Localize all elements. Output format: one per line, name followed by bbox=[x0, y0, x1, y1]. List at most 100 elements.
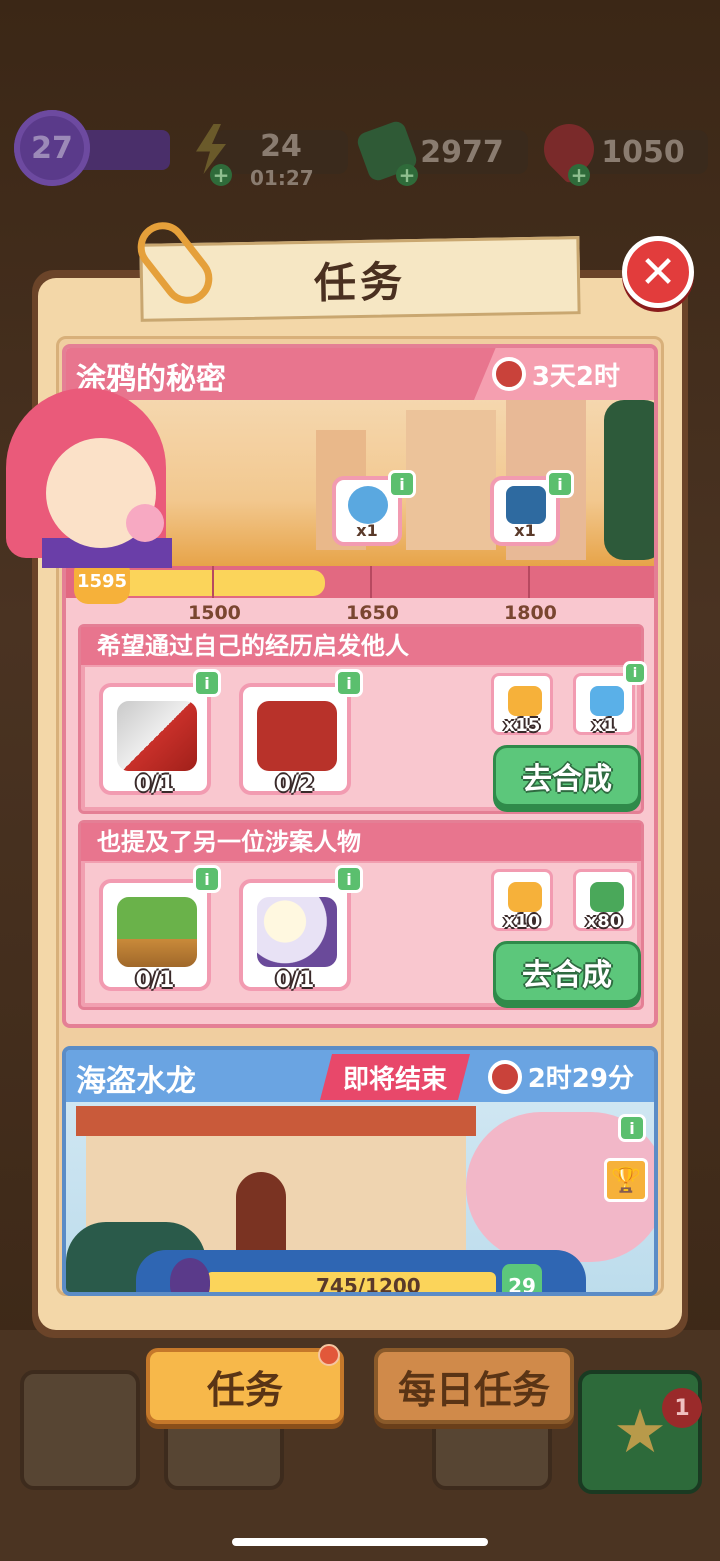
ending-soon-tag: 即将结束 bbox=[320, 1054, 470, 1100]
item-progress: 0/1 bbox=[135, 772, 175, 797]
gem-plus-icon[interactable]: + bbox=[568, 163, 590, 187]
task-reward[interactable]: x10 bbox=[491, 869, 553, 932]
reward-count: x15 bbox=[503, 715, 541, 736]
building bbox=[406, 410, 496, 550]
quest-timer-text: 2时29分 bbox=[527, 1064, 634, 1094]
treasure-chest-icon bbox=[506, 486, 546, 524]
tree bbox=[604, 400, 654, 560]
close-icon: ✕ bbox=[639, 246, 677, 298]
potion-icon bbox=[170, 1258, 210, 1292]
saw-icon bbox=[117, 701, 197, 771]
plus-label: + bbox=[212, 163, 230, 187]
tab-daily-quests[interactable]: 每日任务 bbox=[374, 1348, 574, 1424]
quest-timer: 3天2时 bbox=[474, 348, 654, 400]
task-body: 0/1 i 0/2 i x15 x1 i 去合成 bbox=[85, 661, 647, 807]
info-icon[interactable]: i bbox=[335, 865, 363, 893]
item-progress: 0/1 bbox=[275, 968, 315, 993]
level-progress-bar bbox=[82, 130, 170, 170]
info-icon[interactable]: i bbox=[193, 669, 221, 697]
info-icon[interactable]: i bbox=[193, 865, 221, 893]
quest-timer-text: 3天2时 bbox=[531, 361, 620, 392]
info-symbol: i bbox=[346, 869, 352, 889]
milestone-label: 1500 bbox=[188, 602, 241, 624]
info-icon[interactable]: i bbox=[388, 470, 416, 498]
balloon-pack-icon bbox=[348, 486, 388, 524]
info-icon[interactable]: i bbox=[618, 1114, 646, 1142]
potted-plant-icon bbox=[117, 897, 197, 967]
task-body: 0/1 i 0/1 i x10 x80 去合成 bbox=[85, 863, 641, 1003]
star-points-icon bbox=[508, 686, 542, 716]
item-progress: 0/2 bbox=[275, 772, 315, 797]
graffiti-girl-character bbox=[6, 388, 186, 568]
quest-title: 海盗水龙 bbox=[76, 1064, 196, 1099]
energy-jar-icon bbox=[590, 686, 624, 716]
cash-value: 2977 bbox=[420, 134, 504, 170]
star-points-icon bbox=[508, 882, 542, 912]
go-merge-button[interactable]: 去合成 bbox=[493, 941, 641, 1003]
home-indicator[interactable] bbox=[232, 1538, 488, 1546]
energy-timer: 01:27 bbox=[250, 166, 314, 190]
milestone-label: 1800 bbox=[504, 602, 557, 624]
reward-count: x1 bbox=[591, 715, 617, 736]
clock-icon bbox=[491, 357, 526, 391]
milestone-tick bbox=[212, 566, 214, 598]
milestone-tick bbox=[370, 566, 372, 598]
info-symbol: i bbox=[346, 673, 352, 693]
energy-plus-icon[interactable]: + bbox=[210, 163, 232, 187]
task-title: 也提及了另一位涉案人物 bbox=[81, 823, 641, 861]
info-symbol: i bbox=[399, 474, 405, 494]
required-item-saw[interactable]: 0/1 bbox=[99, 683, 211, 797]
quest-card-pirate[interactable]: 海盗水龙 即将结束 2时29分 i 🏆 745/1200 29 bbox=[62, 1046, 658, 1296]
task-reward[interactable]: x80 bbox=[573, 869, 635, 932]
plus-label: + bbox=[398, 163, 416, 187]
milestone-tick bbox=[528, 566, 530, 598]
player-level-badge[interactable]: 27 bbox=[14, 110, 90, 186]
gem-value: 1050 bbox=[601, 134, 685, 170]
task-reward[interactable]: x15 bbox=[491, 673, 553, 736]
plus-label: + bbox=[570, 163, 588, 187]
item-progress: 0/1 bbox=[135, 968, 175, 993]
gem-counter[interactable]: 1050 bbox=[578, 130, 708, 174]
clock-icon bbox=[487, 1059, 522, 1094]
task-card: 希望通过自己的经历启发他人 0/1 i 0/2 i x15 x1 i 去合成 bbox=[78, 624, 647, 814]
reward-count: x80 bbox=[585, 911, 623, 932]
quest-progress-text: 745/1200 bbox=[316, 1274, 421, 1296]
info-icon[interactable]: i bbox=[623, 661, 647, 685]
quest-card-header: 海盗水龙 即将结束 2时29分 bbox=[66, 1050, 654, 1102]
quest-progress-fill bbox=[106, 570, 325, 596]
info-icon[interactable]: i bbox=[335, 669, 363, 697]
cash-icon bbox=[590, 882, 624, 912]
flower-bunch-icon bbox=[257, 897, 337, 967]
info-symbol: i bbox=[629, 1118, 635, 1138]
trophy-icon[interactable]: 🏆 bbox=[604, 1158, 648, 1202]
back-button[interactable] bbox=[20, 1370, 140, 1490]
task-card: 也提及了另一位涉案人物 0/1 i 0/1 i x10 x80 去合成 bbox=[78, 820, 644, 1010]
close-button[interactable]: ✕ bbox=[622, 236, 694, 308]
go-merge-button[interactable]: 去合成 bbox=[493, 745, 641, 807]
energy-value: 24 bbox=[260, 128, 302, 164]
milestone-label: 1650 bbox=[346, 602, 399, 624]
quest-timer: 2时29分 bbox=[487, 1058, 634, 1095]
task-title: 希望通过自己的经历启发他人 bbox=[81, 627, 641, 665]
info-symbol: i bbox=[204, 869, 210, 889]
mansion-door bbox=[236, 1172, 286, 1262]
bubblegum-bubble bbox=[126, 504, 164, 542]
info-icon[interactable]: i bbox=[546, 470, 574, 498]
star-icon: ★ bbox=[613, 1397, 667, 1467]
quest-level-badge: 29 bbox=[502, 1264, 542, 1292]
player-level: 27 bbox=[31, 130, 73, 166]
cash-counter[interactable]: 2977 bbox=[396, 130, 528, 174]
required-item-plant[interactable]: 0/1 bbox=[99, 879, 211, 993]
cash-plus-icon[interactable]: + bbox=[396, 163, 418, 187]
reward-count: x10 bbox=[503, 911, 541, 932]
info-symbol: i bbox=[204, 673, 210, 693]
required-item-flowers[interactable]: 0/1 bbox=[239, 879, 351, 993]
notification-badge: 1 bbox=[662, 1388, 702, 1428]
info-symbol: i bbox=[557, 474, 563, 494]
tab-quests[interactable]: 任务 bbox=[146, 1348, 344, 1424]
required-item-gloves[interactable]: 0/2 bbox=[239, 683, 351, 797]
new-indicator-dot bbox=[318, 1344, 340, 1366]
mansion-roof bbox=[76, 1106, 476, 1136]
gloves-icon bbox=[257, 701, 337, 771]
info-symbol: i bbox=[632, 665, 638, 681]
